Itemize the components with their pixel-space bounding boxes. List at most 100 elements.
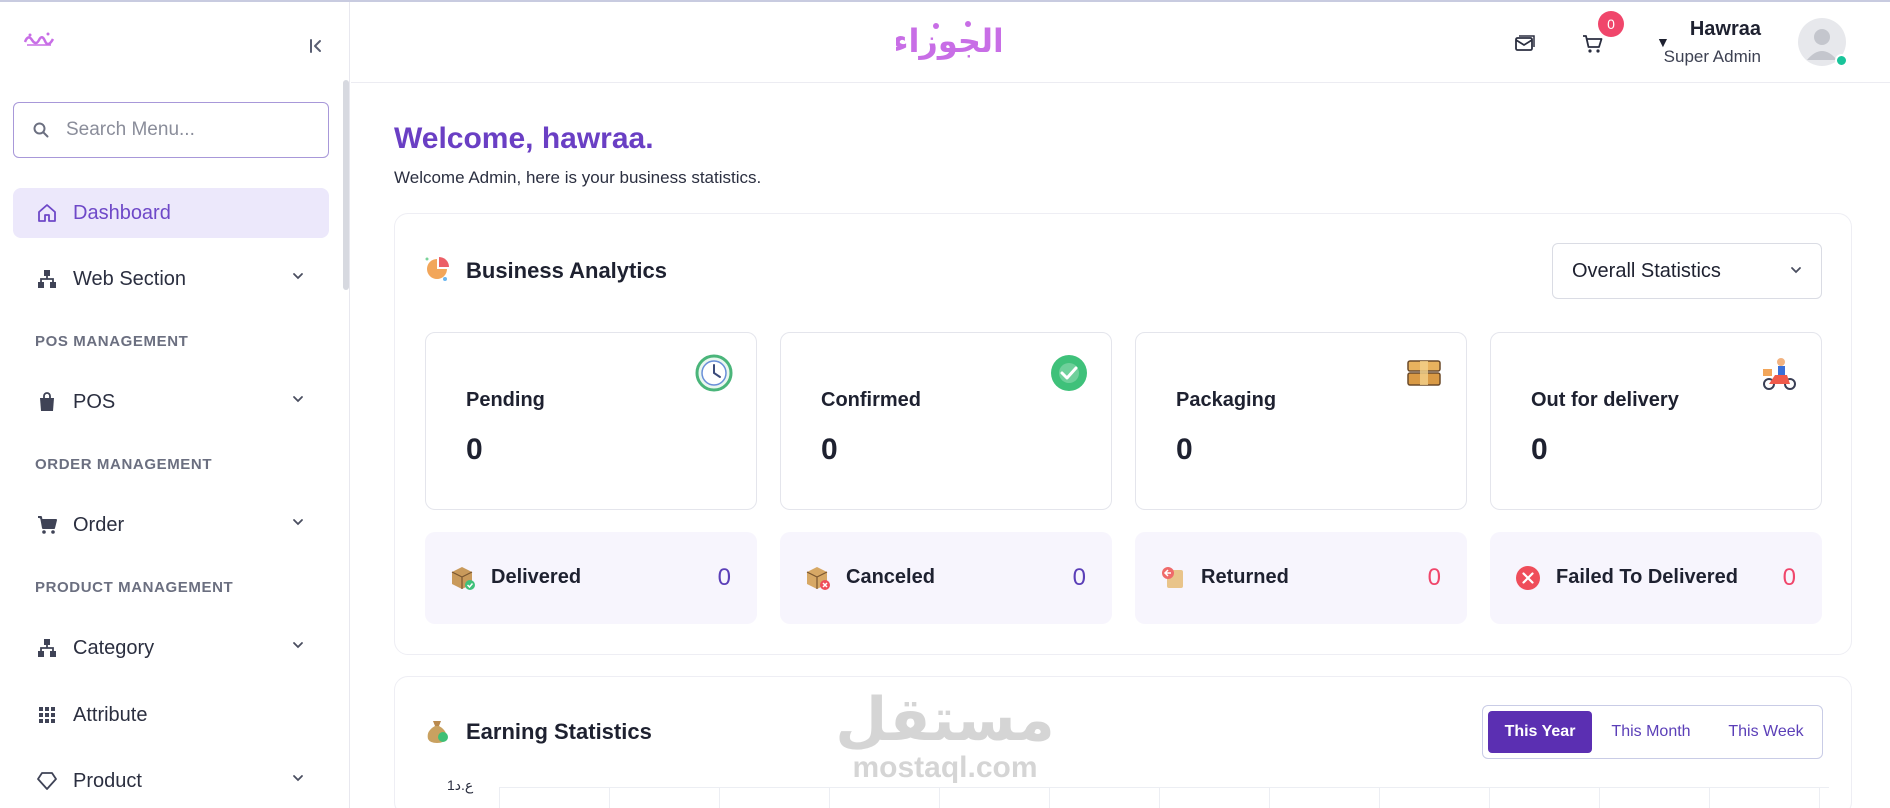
sidebar-header	[0, 2, 349, 82]
chart-grid-line	[1599, 787, 1600, 808]
chart-grid-line	[1379, 787, 1380, 808]
tab-this-year[interactable]: This Year	[1488, 711, 1592, 753]
stat-value: 0	[1176, 433, 1193, 466]
search-menu-input[interactable]	[66, 119, 306, 141]
user-name: Hawraa	[1689, 18, 1761, 40]
stat-card-out-for-delivery[interactable]: Out for delivery 0	[1490, 332, 1822, 510]
chart-grid-line	[1819, 787, 1820, 808]
sidebar: Dashboard Web Section POS MANAGEMENT POS…	[0, 2, 350, 808]
section-product-management: PRODUCT MANAGEMENT	[35, 579, 234, 596]
section-pos-management: POS MANAGEMENT	[35, 333, 189, 350]
chevron-down-icon	[293, 396, 303, 403]
sidebar-item-web-section[interactable]: Web Section	[13, 254, 329, 304]
sidebar-item-product[interactable]: Product	[13, 756, 329, 806]
search-icon	[33, 122, 49, 138]
sitemap-icon	[35, 636, 59, 660]
chart-grid-line	[499, 787, 1829, 788]
page-subtitle: Welcome Admin, here is your business sta…	[394, 168, 762, 187]
sidebar-item-order[interactable]: Order	[13, 500, 329, 550]
mini-card-failed-to-delivered[interactable]: Failed To Delivered 0	[1490, 532, 1822, 624]
sidebar-logo[interactable]	[22, 30, 56, 50]
chart-grid-line	[499, 787, 500, 808]
collapse-left-icon	[310, 39, 321, 53]
cart-count-badge: 0	[1598, 11, 1624, 37]
sidebar-scrollbar[interactable]	[343, 80, 349, 290]
tab-this-month[interactable]: This Month	[1592, 711, 1710, 753]
stat-label: Packaging	[1176, 389, 1277, 411]
sidebar-item-label: POS	[73, 390, 116, 413]
sidebar-item-dashboard[interactable]: Dashboard	[13, 188, 329, 238]
sidebar-item-category[interactable]: Category	[13, 623, 329, 673]
page-title: Welcome, hawraa.	[394, 122, 654, 155]
brand-logo[interactable]: الجوزاء	[896, 16, 1001, 68]
clock-icon	[695, 354, 733, 392]
chart-grid-line	[939, 787, 940, 808]
business-analytics-card: Business Analytics Overall Statistics Pe…	[394, 213, 1852, 655]
stat-value: 0	[466, 433, 483, 466]
mini-stat-value: 0	[1782, 564, 1796, 591]
stat-label: Out for delivery	[1531, 389, 1679, 411]
mini-stat-value: 0	[1072, 564, 1086, 591]
svg-text:الجوزاء: الجوزاء	[896, 22, 1001, 60]
stat-card-packaging[interactable]: Packaging 0	[1135, 332, 1467, 510]
stat-value: 0	[821, 433, 838, 466]
mini-stat-label: Canceled	[846, 566, 935, 588]
statistics-filter-value: Overall Statistics	[1572, 259, 1721, 282]
chart-grid-line	[719, 787, 720, 808]
sitemap-icon	[35, 267, 59, 291]
delivery-scooter-icon	[1763, 358, 1796, 390]
statistics-filter-select[interactable]: Overall Statistics	[1552, 243, 1822, 299]
chevron-down-icon	[293, 642, 303, 649]
mini-stat-value: 0	[717, 564, 731, 591]
mini-stat-label: Returned	[1201, 566, 1289, 588]
online-status-dot	[1835, 54, 1848, 67]
section-order-management: ORDER MANAGEMENT	[35, 456, 213, 473]
sidebar-item-label: Dashboard	[73, 201, 171, 224]
earning-title: Earning Statistics	[466, 719, 652, 744]
earning-statistics-card: Earning Statistics This Year This Month …	[394, 676, 1852, 808]
chart-grid-line	[1049, 787, 1050, 808]
sidebar-item-label: Web Section	[73, 267, 187, 290]
chevron-down-icon	[293, 519, 303, 526]
stat-value: 0	[1531, 433, 1548, 466]
chart-grid-line	[1709, 787, 1710, 808]
mini-card-canceled[interactable]: Canceled 0	[780, 532, 1112, 624]
box-stack-icon	[1407, 360, 1441, 386]
stat-card-pending[interactable]: Pending 0	[425, 332, 757, 510]
home-icon	[35, 201, 59, 225]
sidebar-item-label: Order	[73, 513, 125, 536]
sidebar-search[interactable]	[13, 102, 329, 158]
stat-card-confirmed[interactable]: Confirmed 0	[780, 332, 1112, 510]
sidebar-item-pos[interactable]: POS	[13, 377, 329, 427]
chevron-down-icon	[1791, 267, 1801, 274]
mini-card-returned[interactable]: Returned 0	[1135, 532, 1467, 624]
mini-stat-label: Failed To Delivered	[1556, 566, 1738, 588]
mini-stat-value: 0	[1427, 564, 1441, 591]
earning-period-tabs: This Year This Month This Week	[1482, 705, 1823, 759]
collapse-sidebar-button[interactable]	[300, 32, 332, 60]
chevron-down-icon	[293, 775, 303, 782]
stat-label: Pending	[466, 389, 545, 411]
diamond-icon	[35, 769, 59, 793]
sidebar-item-label: Product	[73, 769, 142, 792]
grid-dots-icon	[35, 703, 59, 727]
tab-this-week[interactable]: This Week	[1710, 711, 1822, 753]
delivered-box-icon	[451, 567, 475, 590]
mini-card-delivered[interactable]: Delivered 0	[425, 532, 757, 624]
money-bag-icon	[427, 721, 448, 743]
shopping-bag-icon	[35, 390, 59, 414]
chart-grid-line	[829, 787, 830, 808]
chart-grid-line	[609, 787, 610, 808]
chart-grid-line	[1489, 787, 1490, 808]
y-axis-tick-label: 1ع.د	[447, 777, 474, 793]
sidebar-item-attribute[interactable]: Attribute	[13, 690, 329, 740]
messages-button[interactable]	[1511, 30, 1539, 58]
analytics-title: Business Analytics	[466, 258, 667, 283]
mail-icon	[1515, 35, 1535, 51]
cart-icon	[1583, 35, 1603, 53]
sidebar-item-label: Category	[73, 636, 155, 659]
mini-stat-label: Delivered	[491, 566, 582, 588]
chevron-down-icon	[293, 273, 303, 280]
analytics-chart-icon	[425, 257, 449, 281]
user-role: Super Admin	[1663, 47, 1761, 66]
